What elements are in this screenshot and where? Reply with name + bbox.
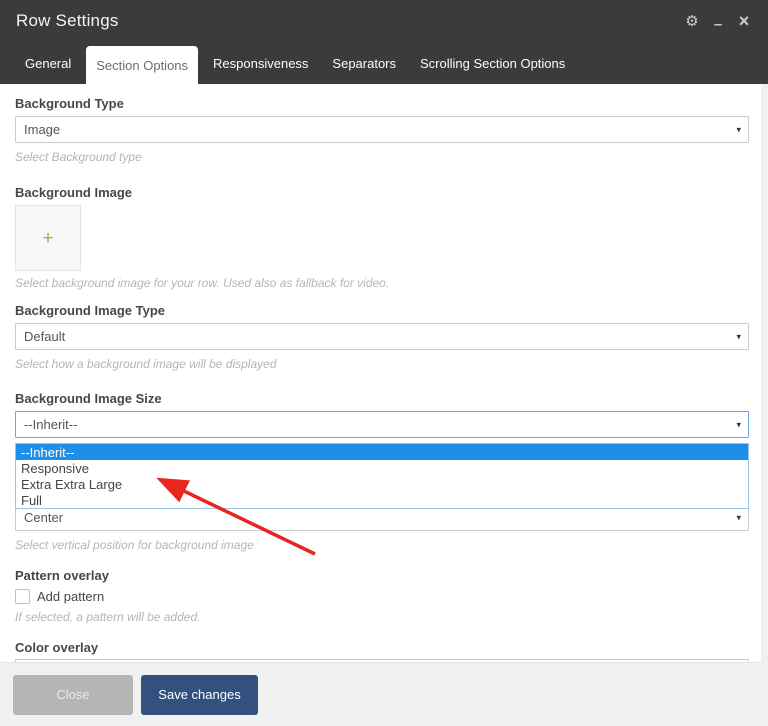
tab-general[interactable]: General <box>13 42 83 84</box>
size-option[interactable]: Responsive <box>16 460 748 476</box>
add-image-button[interactable]: + <box>15 205 81 271</box>
background-image-position-helper: Select vertical position for background … <box>15 538 749 553</box>
chevron-down-icon: ▾ <box>736 125 741 134</box>
pattern-overlay-helper: If selected, a pattern will be added. <box>15 610 749 625</box>
background-image-label: Background Image <box>15 185 749 201</box>
scrollbar[interactable] <box>761 84 768 726</box>
close-icon[interactable]: × <box>736 12 752 30</box>
dialog-title: Row Settings <box>16 11 119 31</box>
background-type-value: Image <box>24 122 60 137</box>
color-overlay-label: Color overlay <box>15 640 749 656</box>
size-dropdown-list: --Inherit--ResponsiveExtra Extra LargeFu… <box>15 443 749 509</box>
save-changes-button[interactable]: Save changes <box>141 675 258 715</box>
background-type-helper: Select Background type <box>15 150 749 165</box>
background-image-type-select[interactable]: Default ▾ <box>15 323 749 350</box>
size-option[interactable]: Full <box>16 492 748 508</box>
dialog-footer: Close Save changes <box>0 662 768 726</box>
add-pattern-label: Add pattern <box>37 589 104 604</box>
field-background-image: Background Image + Select background ima… <box>15 185 749 291</box>
field-background-image-size: Background Image Size --Inherit-- ▾ --In… <box>15 391 749 438</box>
dialog-body: Background Type Image ▾ Select Backgroun… <box>0 84 768 662</box>
field-background-image-type: Background Image Type Default ▾ Select h… <box>15 303 749 372</box>
background-type-label: Background Type <box>15 96 749 112</box>
titlebar: Row Settings ⚙ – × <box>0 0 768 42</box>
size-option[interactable]: Extra Extra Large <box>16 476 748 492</box>
background-image-size-value: --Inherit-- <box>24 417 77 432</box>
field-color-overlay: Color overlay <box>15 640 749 662</box>
background-type-select[interactable]: Image ▾ <box>15 116 749 143</box>
row-settings-dialog: Row Settings ⚙ – × General Section Optio… <box>0 0 768 726</box>
background-image-helper: Select background image for your row. Us… <box>15 276 749 291</box>
background-image-type-value: Default <box>24 329 65 344</box>
tab-separators[interactable]: Separators <box>320 42 408 84</box>
field-background-type: Background Type Image ▾ Select Backgroun… <box>15 96 749 165</box>
field-background-image-position: Center ▾ Select vertical position for ba… <box>15 504 749 553</box>
background-image-type-helper: Select how a background image will be di… <box>15 357 749 372</box>
gear-icon[interactable]: ⚙ <box>684 14 700 29</box>
chevron-down-icon: ▾ <box>736 332 741 341</box>
chevron-down-icon: ▾ <box>736 513 741 522</box>
tab-section-options[interactable]: Section Options <box>86 46 198 84</box>
size-option[interactable]: --Inherit-- <box>16 444 748 460</box>
close-button[interactable]: Close <box>13 675 133 715</box>
background-image-position-value: Center <box>24 510 63 525</box>
background-image-type-label: Background Image Type <box>15 303 749 319</box>
background-image-size-select[interactable]: --Inherit-- ▾ <box>15 411 749 438</box>
tab-bar: General Section Options Responsiveness S… <box>0 42 768 84</box>
tab-scrolling-section-options[interactable]: Scrolling Section Options <box>408 42 577 84</box>
chevron-down-icon: ▾ <box>736 420 741 429</box>
tab-responsiveness[interactable]: Responsiveness <box>201 42 320 84</box>
pattern-overlay-label: Pattern overlay <box>15 568 749 584</box>
minimize-icon[interactable]: – <box>710 17 726 32</box>
background-image-size-label: Background Image Size <box>15 391 749 407</box>
field-pattern-overlay: Pattern overlay Add pattern If selected,… <box>15 568 749 625</box>
add-pattern-checkbox[interactable] <box>15 589 30 604</box>
plus-icon: + <box>42 229 53 248</box>
